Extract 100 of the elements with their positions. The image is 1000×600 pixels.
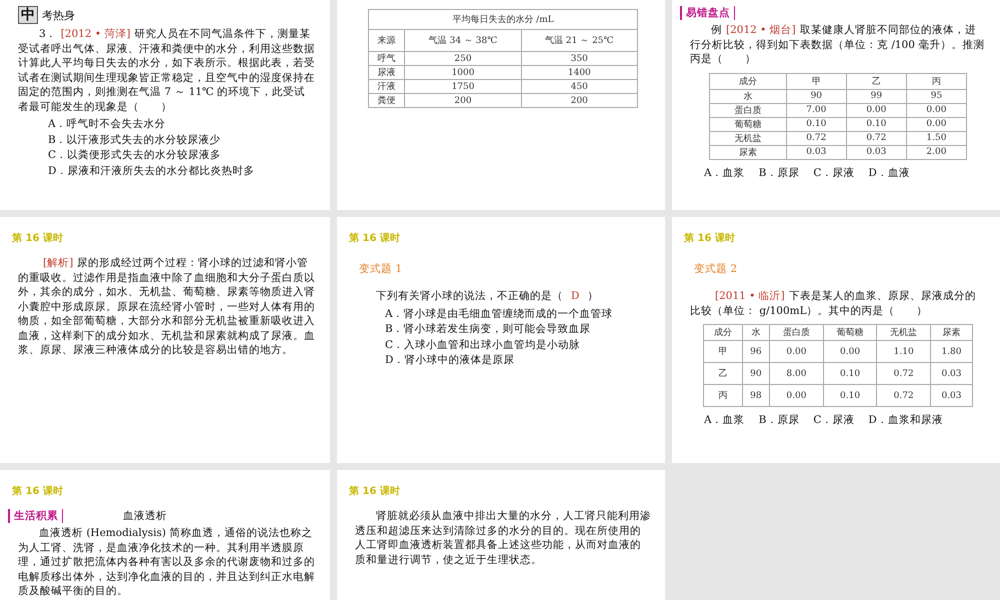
column-header: 葡萄糖: [823, 324, 877, 340]
answer-option: D．血浆和尿液: [868, 413, 943, 428]
lesson-header: 第 16 课时: [349, 232, 400, 245]
answer-option: C．尿液: [813, 166, 854, 180]
table-cell: 0.03: [846, 145, 906, 159]
answer-option: C．入球小血管和出球小血管均是小动脉: [385, 338, 651, 352]
section-tag: 易错盘点: [680, 6, 735, 20]
answer-option: B．原尿: [758, 166, 800, 180]
table-cell: 丙: [704, 384, 742, 406]
column-header: 甲: [786, 73, 846, 89]
table-cell: 0.72: [786, 131, 846, 145]
table-cell: 0.10: [823, 362, 877, 384]
table-cell: 1.50: [906, 131, 966, 145]
slide-thumbnail[interactable]: 第 16 课时 [解析] 尿的形成经过两个过程：肾小球的过滤和肾小管的重吸收。过滤作用是指血液中除了血细胞和大分子蛋白质以外，其余的成分，如水、无机盐、葡萄糖、尿素等物质进入肾小囊腔中形成原尿。原尿在流经肾小管时，一些对人体有用的物质，如全部葡萄糖，大部分水和部分无机盐被重新吸收进入血液，这样剩下的成分如水、无机盐和尿素就构成了尿液。血浆、原尿、尿液三种液体成分的比较是容易出错的地方。: [0, 217, 330, 463]
answer-option: A．血浆: [704, 413, 745, 428]
slide-thumbnail[interactable]: 易错盘点 例 [2012 • 烟台] 取某健康人肾脏不同部位的液体，进行分析比较，得到如下表数据（单位：克 /100 毫升）。推测丙是（ ） 成分 甲 乙 丙 水 90 99 95 蛋白质 7.00 0.00 0.00 葡萄糖 0.10 0.10 0.00 无机盐 0.72 0.72 1.50 尿素 0.03 0.03 2.00 A．血浆 B．原尿 C．尿液 D．血液: [672, 0, 1000, 210]
table-cell: 96: [742, 340, 770, 362]
question-text: [2011 • 临沂] 下表是某人的血浆、原尿、尿液成分的比较（单位： g/100mL）。其中的丙是（ ）: [690, 289, 977, 318]
table-cell: 0.72: [876, 384, 930, 406]
table-cell: 1.80: [930, 340, 972, 362]
table-cell: 200: [521, 94, 638, 108]
table-cell: 0.00: [906, 103, 966, 117]
column-header: 气温 21 ～ 25℃: [521, 30, 638, 52]
table-cell: 蛋白质: [710, 103, 786, 117]
slide-thumbnail[interactable]: 平均每日失去的水分 /mL 来源 气温 34 ～ 38℃ 气温 21 ～ 25℃ 呼气 250 350 尿液 1000 1400 汗液 1750 450 粪便 200 200: [337, 0, 665, 210]
section-tag: 生活积累: [8, 509, 63, 523]
column-header: 来源: [368, 30, 405, 52]
question-text: 例 [2012 • 烟台] 取某健康人肾脏不同部位的液体，进行分析比较，得到如下表数据（单位：克 /100 毫升）。推测丙是（ ）: [690, 23, 986, 66]
table-cell: 乙: [704, 362, 742, 384]
lesson-header: 第 16 课时: [349, 484, 400, 498]
table-cell: 0.00: [906, 117, 966, 131]
answer-option: C．以粪便形式失去的水分较尿液多: [48, 148, 316, 162]
column-header: 尿素: [930, 324, 972, 340]
answer-option: A．血浆: [704, 166, 745, 180]
table-cell: 葡萄糖: [710, 117, 786, 131]
table-cell: 0.10: [786, 117, 846, 131]
column-header: 蛋白质: [770, 324, 824, 340]
table-cell: 尿素: [710, 145, 786, 159]
table-cell: 0.10: [846, 117, 906, 131]
column-header: 成分: [704, 324, 742, 340]
question-text: 3． [2012 • 菏泽] 研究人员在不同气温条件下，测量某受试者呼出气体、尿液、汗液和粪便中的水分，利用这些数据计算此人平均每日失去的水分，如下表所示。根据此表，若受试者在测试期间生理现象皆正常稳定，且空气中的湿度保持在固定的范围内，则推测在气温 7 ～ 11℃ 的环境下，此受试者最可能发生的现象是（ ）: [18, 27, 316, 114]
table-cell: 2.00: [906, 145, 966, 159]
table-cell: 0.00: [846, 103, 906, 117]
table-cell: 汗液: [368, 80, 405, 94]
table-cell: 甲: [704, 340, 742, 362]
table-cell: 1.10: [876, 340, 930, 362]
answer-option: D．肾小球中的液体是原尿: [385, 353, 651, 368]
table-cell: 90: [786, 89, 846, 103]
table-cell: 90: [742, 362, 770, 384]
table-caption: 平均每日失去的水分 /mL: [368, 10, 638, 30]
table-cell: 0.00: [823, 340, 877, 362]
lesson-header: 第 16 课时: [12, 484, 63, 498]
table-cell: 99: [846, 89, 906, 103]
table-cell: 水: [710, 89, 786, 103]
answer-option: D．尿液和汗液所失去的水分都比炎热时多: [48, 164, 316, 178]
column-header: 成分: [710, 73, 786, 89]
lesson-header: 第 16 课时: [12, 232, 63, 245]
table-cell: 粪便: [368, 94, 405, 108]
exercise-label: 变式题 2: [694, 262, 738, 276]
column-header: 无机盐: [876, 324, 930, 340]
answer-option: B．原尿: [758, 413, 800, 428]
table-cell: 0.00: [770, 340, 824, 362]
table-cell: 0.03: [930, 362, 972, 384]
table-cell: 0.00: [770, 384, 824, 406]
column-header: 丙: [906, 73, 966, 89]
answer-option: D．血液: [868, 166, 910, 180]
section-title: 考热身: [42, 8, 75, 22]
table-cell: 250: [404, 52, 522, 66]
column-header: 水: [742, 324, 770, 340]
table-cell: 呼气: [368, 52, 405, 66]
table-cell: 8.00: [770, 362, 824, 384]
paragraph: 血液透析 (Hemodialysis) 简称血透，通俗的说法也称之为人工肾、洗肾，是血液净化技术的一种。其利用半透膜原理，通过扩散把流体内各种有害以及多余的代谢废物和过多的电解质移出体外，达到净化血液的目的，并且达到纠正水电解质及酸碱平衡的目的。: [18, 526, 316, 598]
answer-option: C．尿液: [813, 413, 854, 428]
paragraph: 肾脏就必须从血液中排出大量的水分，人工肾只能利用渗透压和超滤压来达到清除过多的水分的目的。现在所使用的人工肾即血液透析装置都具备上述这些功能，从而对血液的质和量进行调节，使之近于生理状态。: [355, 509, 651, 567]
section-title: 血液透析: [123, 509, 167, 523]
table-cell: 无机盐: [710, 131, 786, 145]
slide-thumbnail[interactable]: 第 16 课时 生活积累 血液透析 血液透析 (Hemodialysis) 简称血透，通俗的说法也称之为人工肾、洗肾，是血液净化技术的一种。其利用半透膜原理，通过扩散把流体内各种有害以及多余的代谢废物和过多的电解质移出体外，达到净化血液的目的，并且达到纠正水电解质及酸碱平衡的目的。: [0, 470, 330, 600]
slide-thumbnail[interactable]: 第 16 课时 变式题 2 [2011 • 临沂] 下表是某人的血浆、原尿、尿液成分的比较（单位： g/100mL）。其中的丙是（ ） 成分 水 蛋白质 葡萄糖 无机盐 尿素 甲 96 0.00 0.00 1.10 1.80 乙 90 8.00 0.10 0.72 0.03 丙 98 0.00 0.10 0.72 0.03 A．血浆 B．原尿 C．尿液 D．血浆和尿液: [672, 217, 1000, 463]
answer-option: A．呼气时不会失去水分: [48, 117, 316, 132]
slide-thumbnail[interactable]: 第 16 课时 肾脏就必须从血液中排出大量的水分，人工肾只能利用渗透压和超滤压来达到清除过多的水分的目的。现在所使用的人工肾即血液透析装置都具备上述这些功能，从而对血液的质和量进行调节，使之近于生理状态。: [337, 470, 665, 600]
table-cell: 尿液: [368, 66, 405, 80]
column-header: 气温 34 ～ 38℃: [404, 30, 522, 52]
table-cell: 1400: [521, 66, 638, 80]
table-cell: 7.00: [786, 103, 846, 117]
table-cell: 0.72: [876, 362, 930, 384]
slide-thumbnail[interactable]: [0, 0, 330, 210]
table-cell: 0.03: [786, 145, 846, 159]
table-cell: 95: [906, 89, 966, 103]
question-text: [解析] 尿的形成经过两个过程：肾小球的过滤和肾小管的重吸收。过滤作用是指血液中除了血细胞和大分子蛋白质以外，其余的成分，如水、无机盐、葡萄糖、尿素等物质进入肾小囊腔中形成原尿。原尿在流经肾小管时，一些对人体有用的物质，如全部葡萄糖，大部分水和部分无机盐被重新吸收进入血液，这样剩下的成分如水、无机盐和尿素就构成了尿液。血浆、原尿、尿液三种液体成分的比较是容易出错的地方。: [18, 256, 316, 358]
question-text: 下列有关肾小球的说法，不正确的是（ D ）: [375, 289, 600, 304]
lesson-header: 第 16 课时: [684, 232, 735, 245]
table-cell: 350: [521, 52, 638, 66]
table-cell: 1750: [404, 80, 522, 94]
table-cell: 0.03: [930, 384, 972, 406]
slide-thumbnail[interactable]: 第 16 课时 变式题 1 下列有关肾小球的说法，不正确的是（ D ） A．肾小球是由毛细血管缠绕而成的一个血管球 B．肾小球若发生病变，则可能会导致血尿 C．入球小血管和出球小血管均是小动脉 D．肾小球中的液体是原尿: [337, 217, 665, 463]
column-header: 乙: [846, 73, 906, 89]
answer-option: A．肾小球是由毛细血管缠绕而成的一个血管球: [385, 306, 651, 321]
table-cell: 200: [404, 94, 522, 108]
badge-character: 中: [18, 6, 38, 24]
table-cell: 0.72: [846, 131, 906, 145]
